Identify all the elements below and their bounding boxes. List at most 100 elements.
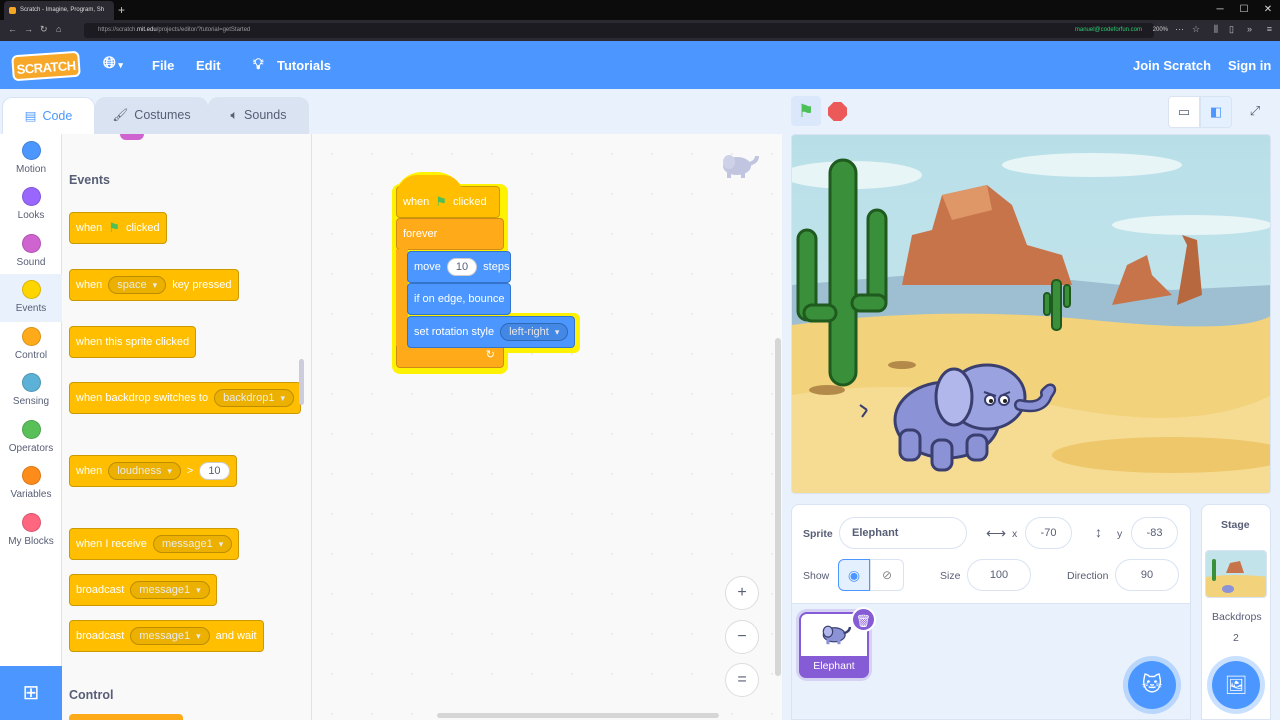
scratch-logo[interactable]: SCRATCH [11, 50, 81, 82]
green-flag-button[interactable]: ⚑ [791, 96, 821, 126]
show-sprite-button[interactable]: ◉ [838, 559, 870, 591]
file-menu[interactable]: File [152, 58, 174, 73]
loop-arrow-icon: ↻ [485, 349, 495, 361]
small-stage-button[interactable]: ▭ [1168, 96, 1200, 128]
eye-icon: ◉ [847, 567, 861, 583]
lightbulb-icon[interactable]: 💡︎ [253, 56, 264, 73]
events-dot-icon [21, 280, 41, 299]
dropdown-value: space [117, 279, 147, 291]
language-globe-icon[interactable]: 🌐︎ ▾ [103, 55, 123, 73]
bookmark-star-icon[interactable]: ☆ [1192, 24, 1200, 35]
running-script[interactable]: when ⚑ clicked forever ↻ move 10 steps i… [392, 170, 580, 374]
loudness-dropdown[interactable]: loudness [108, 462, 181, 480]
home-icon[interactable]: ⌂ [56, 24, 61, 34]
url-prefix: https://scratch. [98, 27, 138, 33]
category-sensing[interactable]: Sensing [0, 373, 62, 407]
block-text: clicked [452, 196, 487, 208]
category-sound[interactable]: Sound [0, 234, 62, 268]
join-scratch-link[interactable]: Join Scratch [1133, 58, 1211, 73]
backdrop-dropdown[interactable]: backdrop1 [214, 389, 294, 407]
script-move-steps[interactable]: move 10 steps [407, 251, 511, 283]
category-operators[interactable]: Operators [0, 420, 62, 454]
x-position-input[interactable]: -70 [1025, 517, 1072, 549]
message-dropdown[interactable]: message1 [130, 627, 210, 645]
loudness-value-input[interactable]: 10 [199, 462, 230, 480]
maximize-icon[interactable]: ☐ [1232, 0, 1256, 20]
sign-in-link[interactable]: Sign in [1228, 58, 1271, 73]
browser-tab[interactable]: Scratch - Imagine, Program, Sh [4, 1, 114, 20]
zoom-out-button[interactable]: − [725, 620, 759, 654]
category-my-blocks[interactable]: My Blocks [0, 513, 62, 547]
tab-sounds-label: Sounds [244, 108, 287, 122]
back-icon[interactable]: ← [8, 24, 17, 34]
workspace-horizontal-scrollbar[interactable] [437, 713, 719, 718]
url-input[interactable]: https://scratch.mit.edu/projects/editor/… [84, 23, 1154, 38]
motion-dot-icon [21, 141, 41, 160]
category-motion[interactable]: Motion [0, 141, 62, 175]
broadcast-and-wait-block[interactable]: broadcast message1 and wait [69, 620, 264, 652]
when-backdrop-switches-block[interactable]: when backdrop switches to backdrop1 [69, 371, 301, 414]
add-extension-button[interactable]: ⊞ [0, 666, 62, 720]
script-bounce[interactable]: if on edge, bounce [407, 283, 511, 315]
tab-sounds[interactable]: 🔈︎ Sounds [208, 97, 309, 134]
browser-menu-icon[interactable]: ≡ [1267, 24, 1272, 34]
tutorials-menu[interactable]: Tutorials [277, 58, 331, 73]
dropdown-value: message1 [139, 584, 191, 596]
category-label: Looks [17, 210, 45, 221]
fullscreen-button[interactable]: ⤢ [1239, 96, 1271, 128]
fullscreen-icon: ⤢ [1249, 103, 1261, 118]
tab-code[interactable]: ▤ Code [2, 97, 95, 134]
sidebar-icon[interactable]: ▯ [1229, 24, 1234, 35]
category-looks[interactable]: Looks [0, 187, 62, 221]
broadcast-block[interactable]: broadcast message1 [69, 574, 217, 606]
reader-icon[interactable]: ⋯ [1175, 24, 1184, 35]
stage-title: Stage [1221, 519, 1250, 531]
account-label[interactable]: manuel@codeforfun.com [1075, 27, 1142, 33]
edit-menu[interactable]: Edit [196, 58, 221, 73]
script-set-rotation-style[interactable]: set rotation style left-right [407, 316, 575, 348]
script-forever[interactable]: forever [396, 218, 504, 250]
size-input[interactable]: 100 [967, 559, 1031, 591]
message-dropdown[interactable]: message1 [152, 535, 233, 553]
sprite-name-input[interactable]: Elephant [839, 517, 967, 549]
y-position-input[interactable]: -83 [1131, 517, 1178, 549]
zoom-in-button[interactable]: + [725, 576, 759, 610]
choose-sprite-button[interactable]: 🐱︎ [1128, 661, 1176, 709]
reload-icon[interactable]: ↻ [40, 24, 48, 35]
message-dropdown[interactable]: message1 [130, 581, 210, 599]
category-events[interactable]: Events [0, 274, 62, 322]
forward-icon[interactable]: → [24, 24, 33, 34]
close-window-icon[interactable]: ✕ [1256, 0, 1280, 20]
workspace-vertical-scrollbar[interactable] [775, 338, 781, 676]
overflow-icon[interactable]: » [1247, 24, 1252, 34]
delete-sprite-button[interactable]: 🗑︎ [851, 607, 876, 632]
category-control[interactable]: Control [0, 327, 62, 361]
zoom-reset-button[interactable]: = [725, 663, 759, 697]
when-sprite-clicked-block[interactable]: when this sprite clicked [69, 315, 197, 358]
looks-dot-icon [21, 187, 41, 206]
rotation-style-dropdown[interactable]: left-right [500, 323, 569, 341]
steps-input[interactable]: 10 [446, 258, 478, 276]
palette-scrollbar[interactable] [299, 359, 304, 405]
category-variables[interactable]: Variables [0, 466, 62, 500]
tab-costumes[interactable]: 🖌︎ Costumes [95, 97, 208, 134]
zoom-level[interactable]: 200% [1153, 27, 1168, 33]
block-text: when [76, 465, 103, 477]
code-icon: ▤ [24, 109, 37, 123]
when-key-pressed-block[interactable]: when space key pressed [69, 258, 239, 301]
when-flag-clicked-block[interactable]: when ⚑ clicked [69, 201, 167, 244]
key-dropdown[interactable]: space [108, 276, 167, 294]
block-text: clicked [125, 222, 160, 234]
when-i-receive-block[interactable]: when I receive message1 [69, 517, 240, 560]
stage-canvas[interactable] [791, 134, 1271, 494]
choose-backdrop-button[interactable]: 🖼︎ [1212, 661, 1260, 709]
library-icon[interactable]: ⫼ [1214, 24, 1218, 35]
dropdown-value: left-right [509, 326, 549, 338]
hide-sprite-button[interactable]: ⊘ [870, 559, 904, 591]
new-tab-icon[interactable]: + [118, 3, 125, 17]
minimize-icon[interactable]: ─ [1208, 0, 1232, 20]
normal-stage-button[interactable]: ◧ [1200, 96, 1232, 128]
stop-button[interactable] [828, 102, 847, 121]
when-loudness-block[interactable]: when loudness > 10 [69, 444, 237, 487]
direction-input[interactable]: 90 [1115, 559, 1179, 591]
